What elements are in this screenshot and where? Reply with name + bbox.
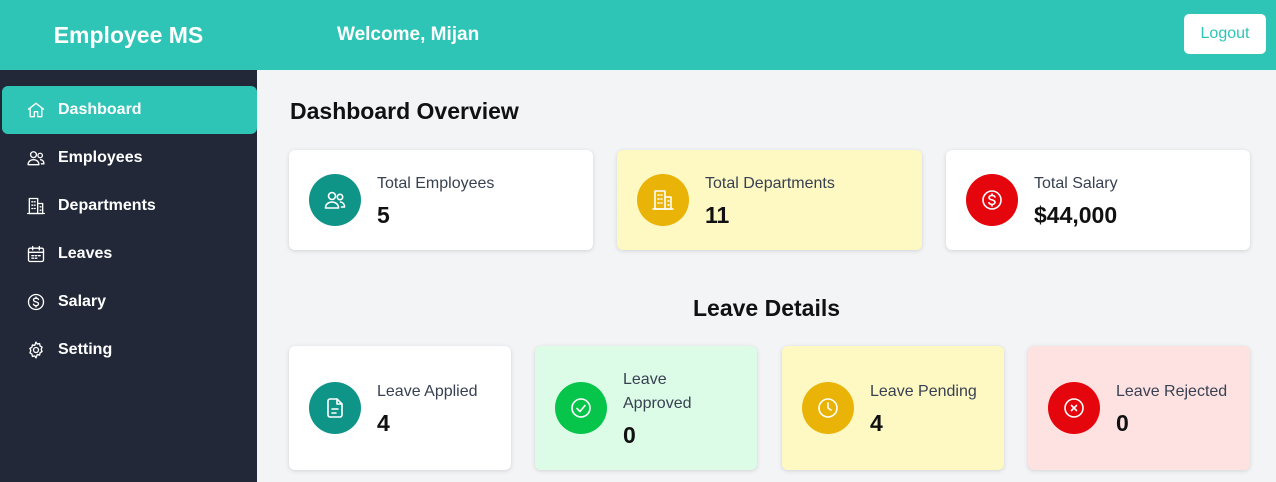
building-icon <box>27 197 45 215</box>
clock-icon <box>818 398 838 418</box>
sidebar-item-label: Setting <box>58 341 113 358</box>
leave-card-rejected: Leave Rejected 0 <box>1028 346 1250 470</box>
stat-label: Total Salary <box>1034 174 1118 192</box>
sidebar-item-leaves[interactable]: Leaves <box>2 230 257 278</box>
stat-icon-circle <box>966 174 1018 226</box>
calendar-icon <box>27 245 45 263</box>
stat-value: 4 <box>870 409 883 436</box>
stat-label: Total Departments <box>705 174 835 192</box>
sidebar-item-label: Departments <box>58 197 156 214</box>
stat-label: Total Employees <box>377 174 495 192</box>
sidebar-item-label: Salary <box>58 293 107 310</box>
sidebar-item-salary[interactable]: Salary <box>2 278 257 326</box>
file-icon <box>327 398 343 418</box>
page-title: Dashboard Overview <box>290 98 519 124</box>
sidebar: Dashboard Employees Departments Leaves S… <box>0 70 257 482</box>
stat-card-total-salary: Total Salary $44,000 <box>946 150 1250 250</box>
main-content: Dashboard Overview Total Employees 5 Tot… <box>257 70 1276 482</box>
home-icon <box>27 102 45 118</box>
stat-value: 5 <box>377 201 390 228</box>
sidebar-item-departments[interactable]: Departments <box>2 182 257 230</box>
leave-card-approved: Leave Approved 0 <box>535 346 757 470</box>
stat-icon-circle <box>309 382 361 434</box>
users-icon <box>324 191 346 209</box>
stat-value: 0 <box>623 421 636 448</box>
sidebar-item-label: Leaves <box>58 245 113 262</box>
stat-icon-circle <box>637 174 689 226</box>
stat-label: Leave Pending <box>870 382 977 400</box>
sidebar-item-dashboard[interactable]: Dashboard <box>2 86 257 134</box>
section-title-leave-details: Leave Details <box>692 295 841 321</box>
welcome-text: Welcome, Mijan <box>337 24 480 45</box>
stat-card-total-employees: Total Employees 5 <box>289 150 593 250</box>
stat-value: $44,000 <box>1034 201 1118 228</box>
check-circle-icon <box>571 398 591 418</box>
stat-value: 4 <box>377 409 390 436</box>
stat-card-total-departments: Total Departments 11 <box>617 150 922 250</box>
app-brand: Employee MS <box>53 21 204 48</box>
stat-label: Leave Applied <box>377 382 478 400</box>
stat-icon-circle <box>309 174 361 226</box>
logout-button[interactable]: Logout <box>1184 14 1266 54</box>
stat-value: 0 <box>1116 409 1129 436</box>
sidebar-item-setting[interactable]: Setting <box>2 326 257 374</box>
sidebar-item-label: Dashboard <box>58 101 142 118</box>
leave-card-applied: Leave Applied 4 <box>289 346 511 470</box>
users-icon <box>27 151 45 166</box>
dollar-circle-icon <box>982 190 1002 210</box>
dollar-circle-icon <box>27 293 45 311</box>
stat-icon-circle <box>1048 382 1100 434</box>
top-bar: Employee MS Welcome, Mijan Logout <box>0 0 1276 70</box>
stat-label: Leave Rejected <box>1116 382 1228 400</box>
sidebar-item-employees[interactable]: Employees <box>2 134 257 182</box>
x-circle-icon <box>1064 398 1084 418</box>
leave-card-pending: Leave Pending 4 <box>782 346 1004 470</box>
stat-icon-circle <box>802 382 854 434</box>
gear-icon <box>29 341 43 359</box>
stat-icon-circle <box>555 382 607 434</box>
building-icon <box>652 190 674 210</box>
stat-value: 11 <box>705 201 730 228</box>
stat-label: Leave Approved <box>623 370 692 412</box>
sidebar-item-label: Employees <box>58 149 143 166</box>
